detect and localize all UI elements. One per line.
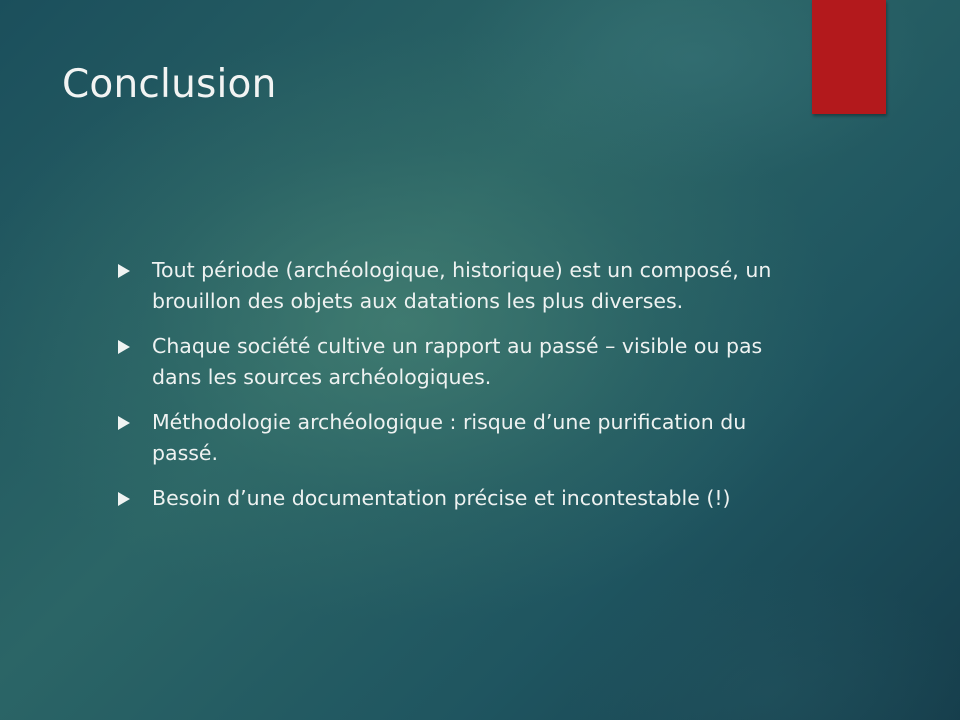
accent-bar: [812, 0, 886, 114]
triangle-bullet-icon: [118, 407, 152, 438]
list-item: Besoin d’une documentation précise et in…: [118, 483, 778, 514]
list-item: Méthodologie archéologique : risque d’un…: [118, 407, 778, 469]
bullet-text: Tout période (archéologique, historique)…: [152, 258, 772, 313]
triangle-bullet-icon: [118, 483, 152, 514]
triangle-bullet-icon: [118, 331, 152, 362]
bullet-list: Tout période (archéologique, historique)…: [118, 255, 778, 528]
list-item: Chaque société cultive un rapport au pas…: [118, 331, 778, 393]
bullet-text: Méthodologie archéologique : risque d’un…: [152, 410, 747, 465]
bullet-text: Chaque société cultive un rapport au pas…: [152, 334, 763, 389]
bullet-text: Besoin d’une documentation précise et in…: [152, 486, 731, 510]
slide-title: Conclusion: [62, 62, 277, 107]
triangle-bullet-icon: [118, 255, 152, 286]
slide: Conclusion Tout période (archéologique, …: [0, 0, 960, 720]
list-item: Tout période (archéologique, historique)…: [118, 255, 778, 317]
